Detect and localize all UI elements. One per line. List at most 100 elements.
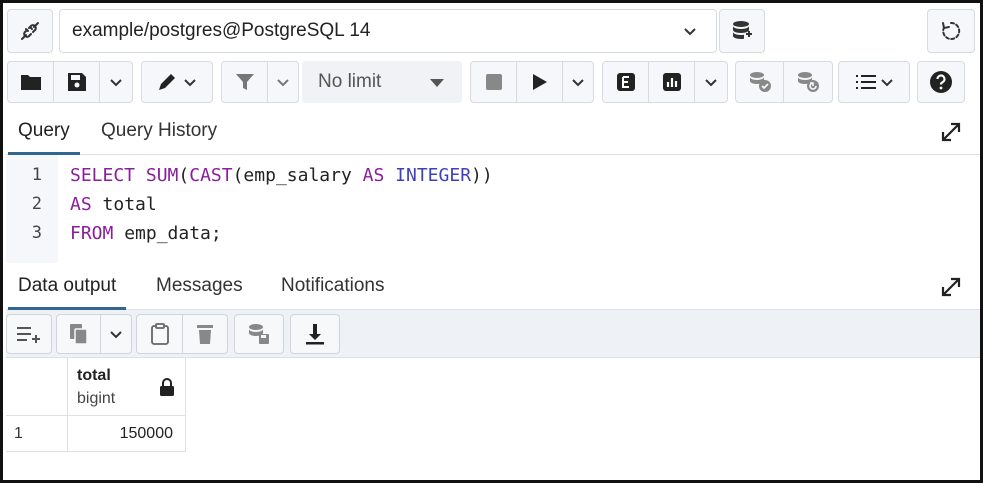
sql-editor[interactable]: 1 SELECT SUM(CAST(emp_salary AS INTEGER)…: [6, 155, 980, 263]
code-token: )): [471, 165, 493, 186]
connection-select[interactable]: example/postgres@PostgreSQL 14: [59, 9, 717, 53]
copy-options-dropdown[interactable]: [101, 315, 131, 353]
help-icon: [930, 71, 952, 93]
code-text: SELECT SUM(CAST(emp_salary AS INTEGER)): [70, 161, 493, 190]
result-toolbar: [6, 310, 980, 358]
line-number: 2: [31, 194, 42, 214]
help-button[interactable]: [917, 61, 965, 103]
copy-icon: [69, 324, 88, 345]
code-token: CAST: [189, 165, 233, 186]
list-icon: [855, 75, 876, 89]
code-token: FROM: [70, 223, 114, 244]
edit-menu-button[interactable]: [142, 62, 212, 102]
code-token: emp_data;: [113, 223, 222, 244]
table-cell[interactable]: 150000: [68, 416, 186, 452]
line-number: 3: [31, 223, 42, 243]
chevron-down-icon: [110, 79, 122, 87]
filter-button-group: [221, 61, 299, 103]
query-tabs: Query Query History: [6, 109, 980, 155]
tab-notifications[interactable]: Notifications: [271, 264, 395, 310]
code-token: INTEGER: [395, 165, 472, 186]
clipboard-icon: [150, 323, 169, 345]
explain-button[interactable]: [603, 62, 649, 102]
open-file-button[interactable]: [8, 62, 54, 102]
explain-options-dropdown[interactable]: [695, 62, 727, 102]
add-row-icon: [17, 327, 40, 343]
column-name: total: [77, 367, 111, 384]
connection-status-button[interactable]: [7, 9, 53, 53]
database-commit-icon: [749, 72, 771, 92]
column-type: bigint: [77, 390, 116, 407]
explain-icon: [616, 73, 635, 91]
explain-analyze-button[interactable]: [649, 62, 695, 102]
code-token: (: [178, 165, 190, 186]
macros-menu-button[interactable]: [839, 62, 909, 102]
tab-messages-label: Messages: [156, 275, 243, 296]
save-options-dropdown[interactable]: [100, 62, 132, 102]
disconnected-plug-icon: [21, 22, 39, 40]
tab-query-history-label: Query History: [101, 120, 218, 141]
query-tool-window: example/postgres@PostgreSQL 14 No limit …: [0, 0, 983, 483]
editor-line: 1 SELECT SUM(CAST(emp_salary AS INTEGER)…: [6, 161, 980, 190]
filter-icon: [235, 74, 254, 90]
output-tabs: Data output Messages Notifications: [6, 264, 980, 310]
connection-label: example/postgres@PostgreSQL 14: [72, 20, 371, 41]
file-button-group: [7, 61, 133, 103]
copy-button[interactable]: [57, 315, 101, 353]
tab-notifications-label: Notifications: [281, 275, 385, 296]
chevron-down-icon: [277, 79, 289, 87]
play-icon: [532, 74, 547, 90]
row-number[interactable]: 1: [6, 416, 68, 452]
chevron-down-icon: [572, 79, 584, 87]
filter-options-dropdown[interactable]: [268, 62, 298, 102]
new-connection-button[interactable]: [719, 9, 765, 53]
refresh-button[interactable]: [927, 9, 975, 53]
grid-corner[interactable]: [6, 358, 68, 416]
code-token: (emp_salary: [232, 165, 363, 186]
code-text: AS total: [70, 190, 157, 219]
add-row-button[interactable]: [6, 314, 52, 354]
tab-data-output-label: Data output: [18, 275, 117, 296]
filter-button[interactable]: [222, 62, 268, 102]
code-token: total: [91, 194, 157, 215]
execute-button[interactable]: [517, 62, 563, 102]
tab-query-label: Query: [18, 120, 70, 141]
editor-line: 2 AS total: [6, 190, 980, 219]
save-data-button[interactable]: [234, 314, 284, 354]
save-file-button[interactable]: [54, 62, 100, 102]
tab-messages[interactable]: Messages: [146, 264, 253, 310]
folder-icon: [20, 75, 41, 90]
editor-line: 3 FROM emp_data;: [6, 219, 980, 248]
macros-button-group: [838, 61, 910, 103]
column-header-total[interactable]: total bigint: [68, 358, 186, 416]
bar-chart-icon: [662, 73, 681, 91]
code-token: AS: [70, 194, 92, 215]
execute-button-group: [470, 61, 594, 103]
maximize-icon[interactable]: [940, 276, 962, 298]
copy-button-group: [56, 314, 132, 354]
commit-button[interactable]: [736, 62, 784, 102]
tab-query[interactable]: Query: [8, 109, 80, 155]
chevron-down-icon: [705, 79, 717, 87]
maximize-icon[interactable]: [940, 121, 962, 143]
lock-icon: [160, 378, 174, 396]
chevron-down-icon: [110, 331, 122, 339]
chevron-down-icon: [880, 79, 893, 87]
row-limit-select[interactable]: No limit: [302, 61, 462, 103]
tab-query-history[interactable]: Query History: [91, 109, 227, 155]
pencil-icon: [159, 74, 175, 90]
rollback-button[interactable]: [784, 62, 832, 102]
stop-icon: [485, 74, 502, 90]
delete-button[interactable]: [183, 315, 227, 353]
save-icon: [67, 73, 86, 91]
refresh-icon: [942, 21, 961, 40]
query-toolbar: No limit: [7, 61, 979, 105]
code-text: FROM emp_data;: [70, 219, 222, 248]
database-save-icon: [249, 324, 269, 344]
download-button[interactable]: [290, 314, 340, 354]
tab-data-output[interactable]: Data output: [8, 264, 127, 310]
execute-options-dropdown[interactable]: [563, 62, 593, 102]
stop-button[interactable]: [471, 62, 517, 102]
paste-button[interactable]: [137, 315, 183, 353]
